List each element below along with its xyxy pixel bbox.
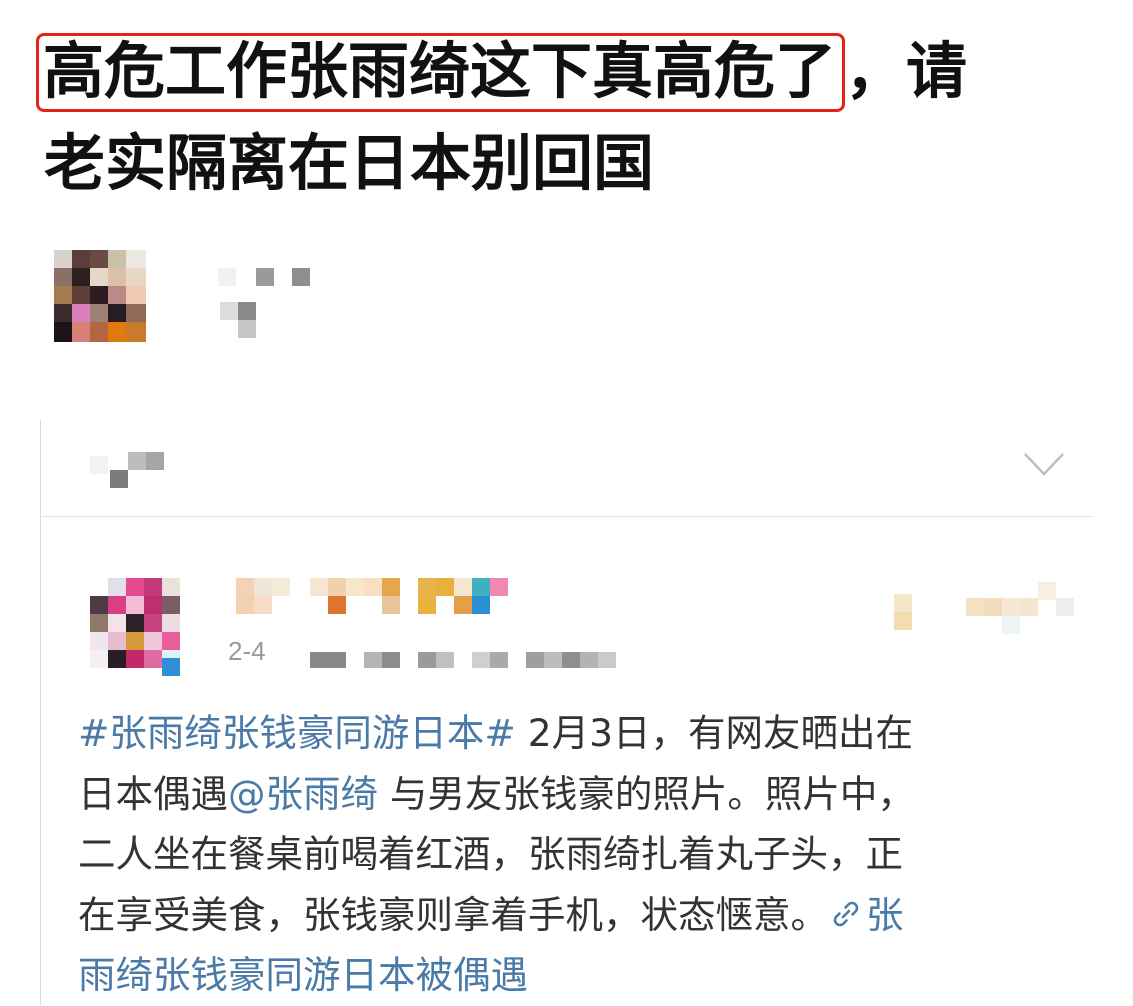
card-header-blurred [90, 446, 180, 496]
poster-name-blurred [218, 262, 318, 342]
author-avatar-blurred[interactable] [90, 578, 186, 676]
post-source-blurred [310, 650, 630, 672]
article-link-text-2[interactable]: 雨绮张钱豪同游日本被偶遇 [78, 945, 1078, 1006]
article-link-text-1: 张 [866, 892, 904, 937]
article-link[interactable]: 张 [828, 893, 904, 937]
divider [40, 516, 1092, 517]
post-text: 与男友张钱豪的照片。照片中， [378, 771, 915, 816]
headline-line-1: 高危工作张雨绮这下真高危了 ，请 [36, 26, 1124, 118]
chevron-down-icon[interactable] [1022, 448, 1066, 478]
mention-link[interactable]: @张雨绮 [228, 772, 378, 816]
post-body: #张雨绮张钱豪同游日本# 2月3日，有网友晒出在 日本偶遇@张雨绮 与男友张钱豪… [78, 703, 1078, 1006]
post-text: 2月3日，有网友晒出在 [515, 711, 913, 755]
post-line-4: 在享受美食，张钱豪则拿着手机，状态惬意。张 [78, 885, 1078, 946]
headline-rest: ，请 [845, 36, 968, 107]
post-line-3: 二人坐在餐桌前喝着红酒，张雨绮扎着丸子头，正 [78, 832, 903, 876]
post-line-2: 日本偶遇@张雨绮 与男友张钱豪的照片。照片中， [78, 764, 1078, 825]
author-name-blurred[interactable] [236, 576, 516, 616]
link-icon [833, 901, 859, 926]
follow-button-blurred[interactable] [890, 578, 1080, 638]
post-text: 日本偶遇 [78, 771, 228, 816]
headline-highlight: 高危工作张雨绮这下真高危了 [36, 33, 846, 112]
post-date: 2-4 [228, 636, 266, 666]
post-line-1: #张雨绮张钱豪同游日本# 2月3日，有网友晒出在 [78, 703, 1078, 764]
poster-avatar-blurred [54, 250, 146, 342]
headline-line-2: 老实隔离在日本别回国 [44, 128, 655, 199]
post-text: 在享受美食，张钱豪则拿着手机，状态惬意。 [78, 892, 828, 937]
hashtag-link[interactable]: #张雨绮张钱豪同游日本# [78, 711, 516, 755]
headline: 高危工作张雨绮这下真高危了 ，请 老实隔离在日本别回国 [36, 26, 1124, 210]
